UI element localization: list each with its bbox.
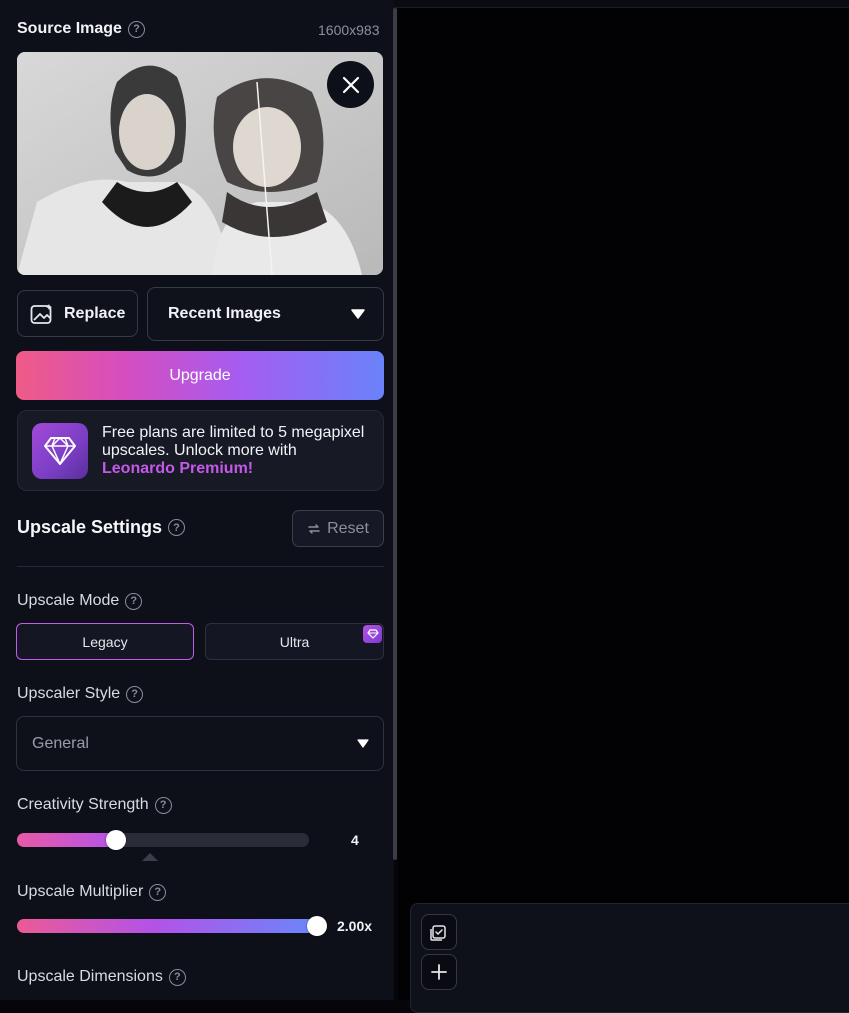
select-all-button[interactable]: [421, 914, 457, 950]
caret-down-icon: [357, 739, 369, 748]
source-image-heading: Source Image ?: [17, 20, 145, 38]
reset-icon: [308, 523, 320, 534]
help-icon[interactable]: ?: [168, 519, 186, 536]
upscale-mode-heading: Upscale Mode ?: [17, 592, 143, 610]
multiplier-slider-thumb[interactable]: [307, 916, 327, 936]
mode-legacy-label: Legacy: [82, 633, 128, 650]
multiplier-slider-track[interactable]: [17, 919, 317, 933]
image-dimensions: 1600x983: [318, 22, 380, 38]
panel-scrollbar[interactable]: [393, 8, 397, 860]
upscaler-style-label: Upscaler Style: [17, 685, 121, 702]
source-image-title: Source Image: [17, 20, 122, 37]
help-icon[interactable]: ?: [168, 968, 186, 986]
upscale-dimensions-heading: Upscale Dimensions ?: [17, 968, 186, 986]
recent-images-label: Recent Images: [168, 305, 281, 322]
mode-ultra-button[interactable]: Ultra: [205, 623, 384, 660]
help-icon[interactable]: ?: [126, 685, 144, 703]
premium-promo: Free plans are limited to 5 megapixel up…: [17, 410, 384, 491]
settings-panel: Source Image ? 1600x983 Replace Recent I…: [0, 0, 394, 1000]
upgrade-label: Upgrade: [169, 366, 231, 384]
default-marker: [142, 853, 158, 861]
add-button[interactable]: [421, 954, 457, 990]
mode-legacy-button[interactable]: Legacy: [16, 623, 194, 660]
help-icon[interactable]: ?: [127, 20, 145, 38]
divider: [17, 566, 384, 567]
upscale-dimensions-label: Upscale Dimensions: [17, 968, 163, 985]
upscaler-style-select[interactable]: General: [16, 716, 384, 771]
bottom-toolbar: [410, 903, 849, 1013]
creativity-strength-label: Creativity Strength: [17, 796, 149, 813]
creativity-slider-track[interactable]: [17, 833, 309, 847]
premium-link[interactable]: Leonardo Premium!: [102, 460, 253, 477]
multiplier-value: 2.00x: [337, 918, 373, 934]
close-icon: [342, 76, 359, 93]
upscale-settings-title: Upscale Settings: [17, 517, 163, 537]
premium-badge-icon: [363, 625, 382, 643]
promo-text: Free plans are limited to 5 megapixel up…: [102, 423, 365, 459]
creativity-slider-thumb[interactable]: [106, 830, 126, 850]
replace-label: Replace: [64, 304, 126, 322]
caret-down-icon: [351, 309, 365, 319]
reset-label: Reset: [327, 519, 369, 537]
upgrade-button[interactable]: Upgrade: [16, 351, 384, 400]
image-replace-icon: [30, 303, 52, 324]
upscale-settings-heading: Upscale Settings ?: [17, 517, 186, 538]
promo-message: Free plans are limited to 5 megapixel up…: [102, 424, 369, 478]
recent-images-dropdown[interactable]: Recent Images: [147, 287, 384, 341]
upscale-multiplier-label: Upscale Multiplier: [17, 883, 144, 900]
multiplier-slider-fill: [17, 919, 317, 933]
creativity-slider-fill: [17, 833, 116, 847]
select-all-icon: [430, 925, 446, 941]
upscaler-style-heading: Upscaler Style ?: [17, 685, 144, 703]
reset-button[interactable]: Reset: [292, 510, 384, 547]
upscale-mode-label: Upscale Mode: [17, 592, 120, 609]
remove-image-button[interactable]: [327, 61, 374, 108]
replace-button[interactable]: Replace: [17, 290, 138, 337]
upscale-multiplier-heading: Upscale Multiplier ?: [17, 883, 167, 901]
mode-ultra-label: Ultra: [279, 633, 310, 650]
help-icon[interactable]: ?: [149, 883, 167, 901]
creativity-strength-heading: Creativity Strength ?: [17, 796, 172, 814]
canvas-area: [398, 8, 849, 1000]
upscaler-style-value: General: [32, 734, 89, 752]
diamond-icon: [32, 422, 88, 479]
creativity-value: 4: [351, 832, 359, 848]
help-icon[interactable]: ?: [154, 796, 172, 814]
plus-icon: [431, 964, 447, 980]
help-icon[interactable]: ?: [125, 592, 143, 610]
